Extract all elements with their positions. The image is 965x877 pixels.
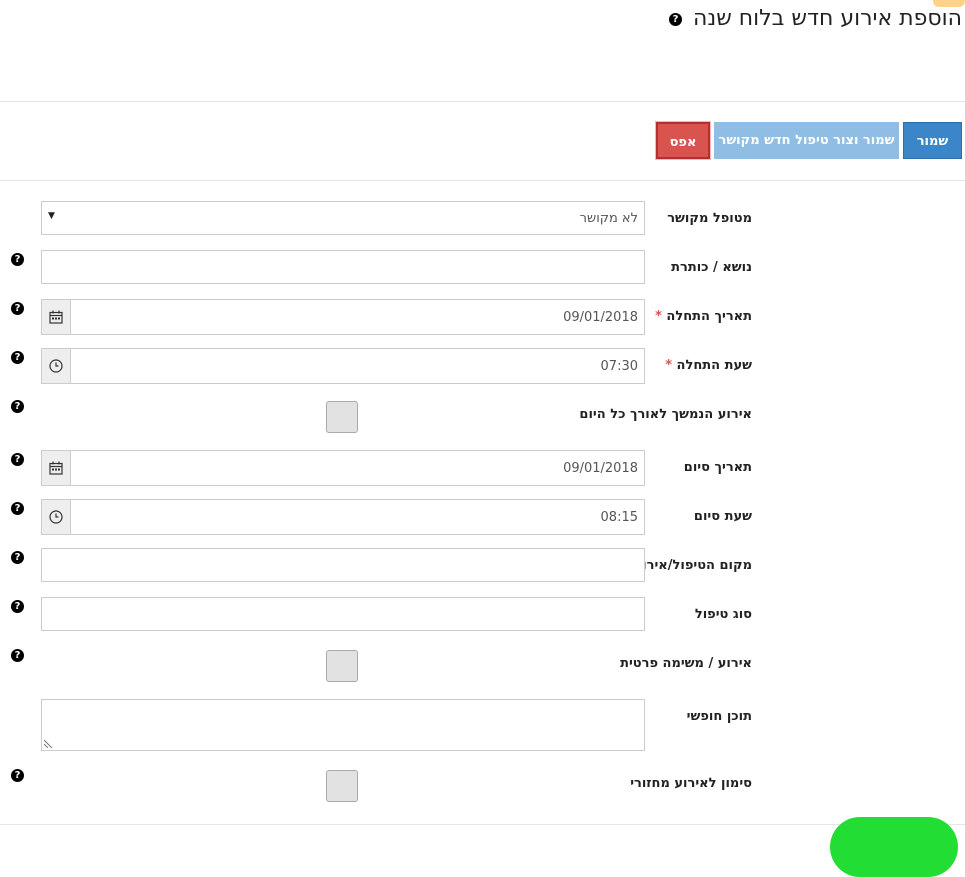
end-time-picker-button[interactable]	[42, 500, 71, 534]
end-date-input[interactable]: 09/01/2018	[41, 450, 645, 486]
end-time-input[interactable]: 08:15	[41, 499, 645, 535]
start-time-value: 07:30	[600, 359, 638, 374]
clock-icon	[49, 510, 63, 524]
divider	[0, 180, 965, 181]
start-time-picker-button[interactable]	[42, 349, 71, 383]
required-mark: *	[665, 358, 672, 373]
end-time-help-icon[interactable]: ?	[11, 502, 24, 515]
recurring-help-icon[interactable]: ?	[11, 769, 24, 782]
client-label: מטופל מקושר	[667, 211, 752, 226]
divider	[0, 101, 965, 102]
all-day-help-icon[interactable]: ?	[11, 400, 24, 413]
divider	[0, 824, 965, 825]
private-checkbox[interactable]	[326, 650, 358, 682]
free-text-textarea[interactable]	[41, 699, 645, 751]
location-input[interactable]	[41, 548, 645, 582]
subject-help-icon[interactable]: ?	[11, 253, 24, 266]
treatment-type-label: סוג טיפול	[694, 607, 752, 622]
end-time-value: 08:15	[600, 510, 638, 525]
resize-handle-icon[interactable]	[44, 739, 53, 748]
recurring-checkbox[interactable]	[326, 770, 358, 802]
save-and-new-button[interactable]: שמור וצור טיפול חדש מקושר	[714, 122, 899, 159]
start-date-picker-button[interactable]	[42, 300, 71, 334]
calendar-icon	[49, 310, 63, 324]
client-select-value: לא מקושר	[579, 211, 638, 226]
recurring-label: סימון לאירוע מחזורי	[630, 776, 752, 791]
treatment-type-input[interactable]	[41, 597, 645, 631]
end-date-value: 09/01/2018	[563, 461, 638, 476]
start-time-input[interactable]: 07:30	[41, 348, 645, 384]
treatment-type-help-icon[interactable]: ?	[11, 600, 24, 613]
end-time-label: שעת סיום	[693, 509, 752, 524]
all-day-label: אירוע הנמשך לאורך כל היום	[579, 407, 752, 422]
start-date-label: תאריך התחלה *	[655, 309, 752, 324]
clock-icon	[49, 359, 63, 373]
title-help-icon[interactable]: ?	[669, 13, 682, 26]
subject-label: נושא / כותרת	[671, 260, 752, 275]
subject-input[interactable]	[41, 250, 645, 284]
start-time-label: שעת התחלה *	[665, 358, 752, 373]
location-label: מקום הטיפול/אירוע	[633, 558, 752, 573]
save-button[interactable]: שמור	[903, 122, 962, 159]
start-date-help-icon[interactable]: ?	[11, 302, 24, 315]
end-date-picker-button[interactable]	[42, 451, 71, 485]
chevron-down-icon: ▼	[48, 211, 55, 221]
private-help-icon[interactable]: ?	[11, 649, 24, 662]
reset-button[interactable]: אפס	[656, 122, 710, 159]
free-text-label: תוכן חופשי	[686, 709, 752, 724]
start-date-value: 09/01/2018	[563, 310, 638, 325]
location-help-icon[interactable]: ?	[11, 551, 24, 564]
floating-action-button[interactable]	[830, 817, 958, 877]
all-day-checkbox[interactable]	[326, 401, 358, 433]
start-time-help-icon[interactable]: ?	[11, 351, 24, 364]
calendar-icon	[49, 461, 63, 475]
start-date-input[interactable]: 09/01/2018	[41, 299, 645, 335]
page-title: הוספת אירוע חדש בלוח שנה	[693, 6, 962, 31]
end-date-label: תאריך סיום	[683, 460, 752, 475]
private-label: אירוע / משימה פרטית	[620, 656, 752, 671]
end-date-help-icon[interactable]: ?	[11, 453, 24, 466]
client-select[interactable]: לא מקושר ▼	[41, 201, 645, 235]
required-mark: *	[655, 309, 662, 324]
